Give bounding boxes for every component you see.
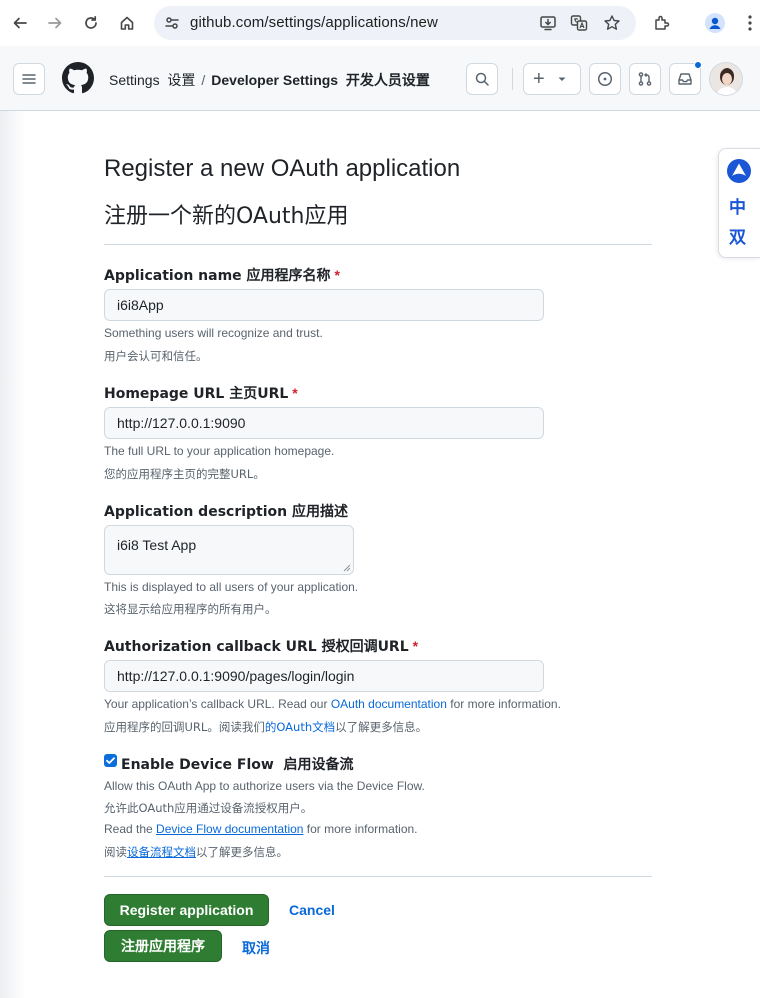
breadcrumb-separator: / xyxy=(201,72,206,88)
app-name-label: Application name 应用程序名称 * xyxy=(104,267,340,284)
divider xyxy=(104,876,652,877)
avatar[interactable] xyxy=(709,62,743,96)
notification-indicator xyxy=(694,61,702,69)
description-textarea[interactable]: i6i8 Test App xyxy=(104,525,354,575)
pull-request-icon xyxy=(638,72,652,86)
bookmark-star-icon[interactable] xyxy=(603,14,621,32)
issues-button[interactable] xyxy=(589,63,621,95)
callback-url-hint-translation: 应用程序的回调URL。阅读我们的OAuth文档以了解更多信息。 xyxy=(104,720,428,734)
page-title: Register a new OAuth application xyxy=(104,155,461,182)
device-flow-label[interactable]: Enable Device Flow 启用设备流 xyxy=(121,754,354,774)
extensions-icon[interactable] xyxy=(650,11,674,35)
search-button[interactable] xyxy=(466,63,498,95)
translate-widget[interactable]: 中 双 xyxy=(718,148,760,258)
oauth-docs-link-translation[interactable]: 的OAuth文档 xyxy=(265,720,335,734)
description-label: Application description 应用描述 xyxy=(104,504,348,520)
site-settings-icon[interactable] xyxy=(164,15,180,36)
pull-requests-button[interactable] xyxy=(629,63,661,95)
check-icon xyxy=(106,757,115,764)
app-name-hint-translation: 用户会认可和信任。 xyxy=(104,349,208,363)
homepage-url-hint: The full URL to your application homepag… xyxy=(104,444,335,458)
device-flow-docs-note: Read the Device Flow documentation for m… xyxy=(104,822,418,836)
github-logo-icon[interactable] xyxy=(62,62,94,99)
resize-grip-icon xyxy=(343,564,351,572)
description-hint-translation: 这将显示给应用程序的所有用户。 xyxy=(104,602,277,616)
callback-url-input[interactable]: http://127.0.0.1:9090/pages/login/login xyxy=(104,660,544,692)
register-application-button-translation[interactable]: 注册应用程序 xyxy=(104,930,222,962)
translate-icon[interactable] xyxy=(570,14,588,32)
back-icon[interactable] xyxy=(8,11,32,35)
page-title-translation: 注册一个新的OAuth应用 xyxy=(104,204,349,229)
callback-url-hint: Your application’s callback URL. Read ou… xyxy=(104,697,561,711)
cancel-button[interactable]: Cancel xyxy=(289,902,335,918)
hamburger-menu-icon[interactable] xyxy=(13,63,45,95)
homepage-url-hint-translation: 您的应用程序主页的完整URL。 xyxy=(104,467,265,481)
device-flow-hint-translation: 允许此OAuth应用通过设备流授权用户。 xyxy=(104,801,313,815)
inbox-icon xyxy=(678,73,692,85)
breadcrumb: Settings 设置 / Developer Settings 开发人员设置 xyxy=(109,70,430,90)
address-bar[interactable]: github.com/settings/applications/new xyxy=(154,6,636,40)
bilingual-mode-button[interactable]: 双 xyxy=(729,223,746,248)
cancel-button-translation[interactable]: 取消 xyxy=(242,938,270,958)
homepage-url-label: Homepage URL 主页URL * xyxy=(104,385,298,402)
home-icon[interactable] xyxy=(115,11,139,35)
device-flow-checkbox[interactable] xyxy=(104,754,117,767)
oauth-docs-link[interactable]: OAuth documentation xyxy=(331,697,447,711)
device-flow-docs-link-translation[interactable]: 设备流程文档 xyxy=(127,845,196,859)
app-name-input[interactable]: i6i8App xyxy=(104,289,544,321)
install-app-icon[interactable] xyxy=(539,14,557,32)
profile-icon[interactable] xyxy=(703,11,727,35)
create-new-button[interactable]: + xyxy=(523,63,581,95)
header-divider xyxy=(512,68,513,90)
github-header: Settings 设置 / Developer Settings 开发人员设置 + xyxy=(0,46,760,111)
translator-logo-icon[interactable] xyxy=(727,159,751,183)
browser-menu-icon[interactable] xyxy=(740,11,760,35)
search-icon xyxy=(475,72,489,86)
triangle-down-icon xyxy=(558,77,566,81)
breadcrumb-developer-settings[interactable]: Developer Settings 开发人员设置 xyxy=(211,72,430,89)
breadcrumb-settings[interactable]: Settings 设置 xyxy=(109,72,195,89)
issue-opened-icon xyxy=(597,71,613,87)
forward-icon[interactable] xyxy=(43,11,67,35)
divider xyxy=(104,244,652,245)
homepage-url-input[interactable]: http://127.0.0.1:9090 xyxy=(104,407,544,439)
device-flow-docs-link[interactable]: Device Flow documentation xyxy=(156,822,303,836)
reload-icon[interactable] xyxy=(79,11,103,35)
callback-url-label: Authorization callback URL 授权回调URL * xyxy=(104,638,419,655)
translate-mode-button[interactable]: 中 xyxy=(729,193,746,218)
plus-icon: + xyxy=(533,68,545,90)
browser-toolbar: github.com/settings/applications/new xyxy=(0,0,760,46)
app-name-hint: Something users will recognize and trust… xyxy=(104,326,323,340)
page-edge-shadow xyxy=(0,111,26,998)
device-flow-docs-note-translation: 阅读设备流程文档以了解更多信息。 xyxy=(104,845,288,859)
url-text[interactable]: github.com/settings/applications/new xyxy=(190,14,438,31)
register-application-button[interactable]: Register application xyxy=(104,894,269,926)
description-hint: This is displayed to all users of your a… xyxy=(104,580,359,594)
device-flow-hint: Allow this OAuth App to authorize users … xyxy=(104,779,425,793)
